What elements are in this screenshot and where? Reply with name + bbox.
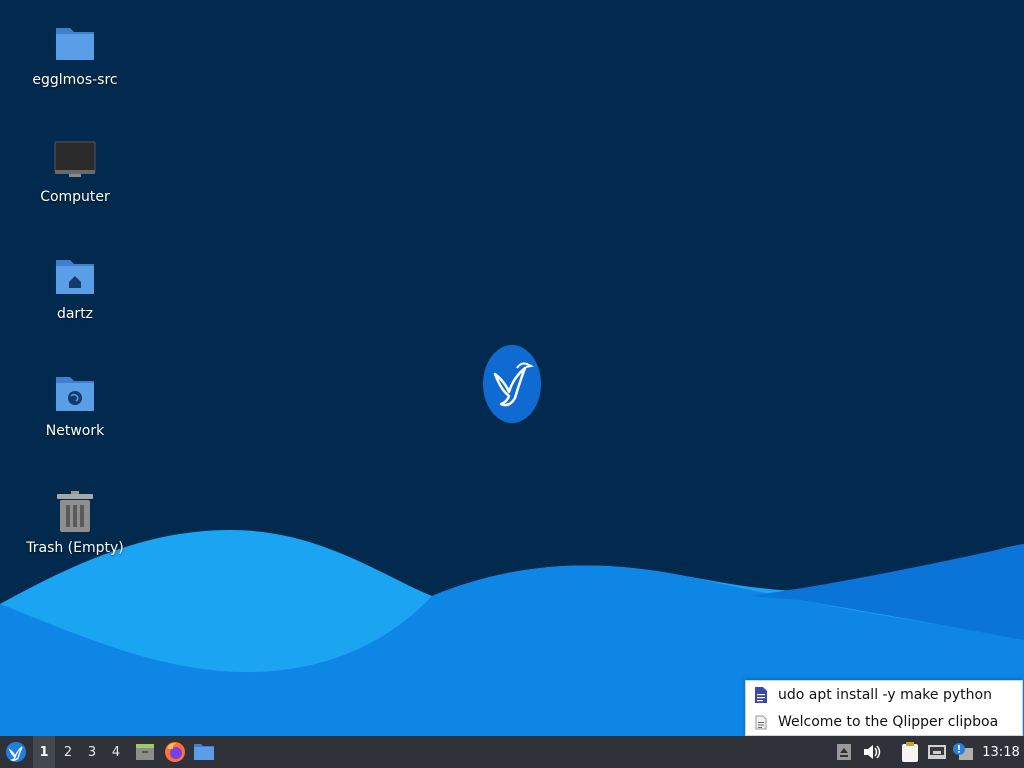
workspace-1[interactable]: 1 bbox=[33, 736, 55, 768]
workspace-2[interactable]: 2 bbox=[57, 736, 79, 768]
file-manager-icon bbox=[194, 744, 214, 760]
taskbar: 1 2 3 4 13:18 bbox=[0, 736, 1024, 768]
clipboard-item-text: udo apt install -y make python bbox=[778, 687, 992, 703]
clipboard-item-text: Welcome to the Qlipper clipboa bbox=[778, 714, 999, 730]
volume-icon bbox=[864, 745, 881, 759]
file-manager-launcher[interactable] bbox=[191, 736, 217, 768]
lubuntu-logo-icon bbox=[483, 345, 541, 423]
lubuntu-menu-icon bbox=[6, 742, 26, 762]
start-menu-button[interactable] bbox=[2, 736, 30, 768]
clipboard-item[interactable]: Welcome to the Qlipper clipboa bbox=[754, 710, 998, 734]
trash-icon bbox=[57, 491, 93, 532]
workspace-4[interactable]: 4 bbox=[105, 736, 127, 768]
desktop-icon-egglmos-src[interactable]: egglmos-src bbox=[20, 22, 130, 88]
network-folder-icon bbox=[56, 377, 94, 411]
desktop-icon-label: Trash (Empty) bbox=[26, 540, 124, 556]
workspace-3[interactable]: 3 bbox=[81, 736, 103, 768]
clipboard-tray-button[interactable] bbox=[898, 736, 922, 768]
desktop-icon-trash[interactable]: Trash (Empty) bbox=[20, 490, 130, 556]
firefox-icon bbox=[165, 742, 185, 762]
folder-icon bbox=[56, 28, 94, 60]
network-icon bbox=[928, 745, 946, 759]
update-notifier-button[interactable] bbox=[951, 736, 975, 768]
desktop-icon-network[interactable]: Network bbox=[20, 373, 130, 439]
update-notifier-icon bbox=[953, 743, 973, 760]
document-icon bbox=[755, 687, 767, 703]
desktop-icon-computer[interactable]: Computer bbox=[20, 139, 130, 205]
clock[interactable]: 13:18 bbox=[978, 736, 1024, 768]
text-file-icon bbox=[755, 715, 767, 730]
desktop-icon-label: egglmos-src bbox=[32, 72, 118, 88]
volume-button[interactable] bbox=[861, 736, 883, 768]
firefox-launcher[interactable] bbox=[162, 736, 188, 768]
show-desktop-icon bbox=[136, 744, 154, 760]
network-tray-button[interactable] bbox=[925, 736, 949, 768]
clipboard-menu: udo apt install -y make python Welcome t… bbox=[745, 680, 1023, 736]
home-folder-icon bbox=[56, 260, 94, 294]
eject-tray-button[interactable] bbox=[834, 736, 854, 768]
show-desktop-button[interactable] bbox=[132, 736, 158, 768]
eject-icon bbox=[837, 744, 851, 760]
desktop-icon-label: Computer bbox=[40, 189, 110, 205]
clipboard-item[interactable]: udo apt install -y make python bbox=[754, 683, 992, 707]
clipboard-icon bbox=[902, 742, 918, 762]
computer-icon bbox=[54, 141, 96, 177]
desktop-icon-dartz[interactable]: dartz bbox=[20, 256, 130, 322]
desktop-icon-label: Network bbox=[45, 423, 105, 439]
desktop-icon-label: dartz bbox=[56, 306, 94, 322]
